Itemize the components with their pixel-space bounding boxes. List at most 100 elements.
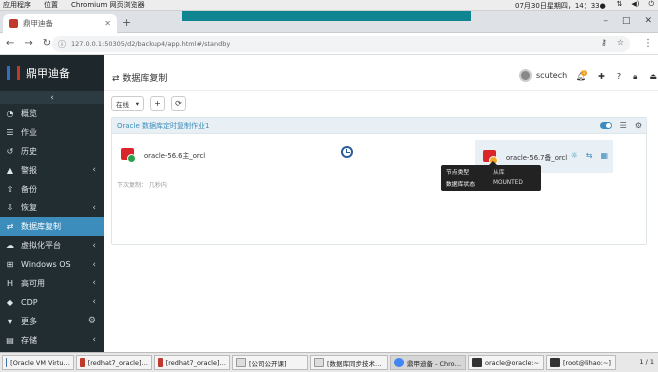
virtualbox-icon <box>6 358 8 367</box>
taskbar: [Oracle VM Virtu… [redhat7_oracle]… [red… <box>0 352 658 372</box>
chevron-left-icon: ‹ <box>92 165 96 176</box>
sidebar: 鼎甲迪备 ‹ ◔ 概览 ☰ 作业 ↺ 历史 ▲ 警报 ‹ ⇧ 备份 ⇩ 恢复 ‹ ⇄ 数据库复制 … <box>0 55 104 352</box>
taskbar-item[interactable]: [数据库同步技术… <box>310 355 388 370</box>
site-info-icon[interactable]: ⓘ <box>58 39 66 50</box>
minimize-icon[interactable]: – <box>603 16 608 26</box>
terminal-icon <box>472 358 482 367</box>
help-icon[interactable]: ? <box>617 72 621 82</box>
chevron-left-icon: ‹ <box>50 92 54 103</box>
main-content: ⇄ 数据库复制 scutech 🔔︎ ✚ ? 🔒︎ ⏏ 1 在线 ▾ + ⟳ Or… <box>104 55 658 352</box>
switch-icon[interactable]: ⇆ <box>586 151 593 160</box>
sidebar-collapse-button[interactable]: ‹ <box>0 91 104 104</box>
address-bar[interactable]: ⓘ 127.0.0.1:50305/d2/backup4/app.html#/s… <box>52 36 630 52</box>
sidebar-item-jobs[interactable]: ☰ 作业 <box>0 123 104 142</box>
bookmark-star-icon[interactable]: ☆ <box>617 38 624 47</box>
browser-menu-icon[interactable]: ⋮ <box>643 38 653 49</box>
job-toolbar: 在线 ▾ + ⟳ <box>111 96 186 111</box>
shield-icon: ◆ <box>6 297 14 307</box>
applications-menu[interactable]: 应用程序 <box>3 0 31 10</box>
taskbar-item-label: [redhat7_oracle]… <box>165 358 226 367</box>
back-icon[interactable]: ← <box>6 38 14 49</box>
gear-icon[interactable]: ⚙ <box>635 121 642 130</box>
sidebar-item-alerts[interactable]: ▲ 警报 ‹ <box>0 161 104 180</box>
url-text[interactable]: 127.0.0.1:50305/d2/backup4/app.html#/sta… <box>71 40 230 48</box>
exchange-icon: ⇄ <box>6 222 14 232</box>
warning-icon: ▲ <box>6 165 14 175</box>
lightbulb-icon[interactable]: ☼ <box>571 151 578 160</box>
forward-icon[interactable]: → <box>24 38 32 49</box>
taskbar-item-label: [redhat7_oracle]… <box>87 358 148 367</box>
sidebar-item-high-availability[interactable]: H 高可用 ‹ <box>0 274 104 293</box>
places-menu[interactable]: 位置 <box>44 0 58 10</box>
source-database-node[interactable]: oracle-56.6主_orcl <box>121 147 205 163</box>
workspace-pager[interactable]: 1 / 1 <box>639 358 654 366</box>
taskbar-item-label: oracle@oracle:~ <box>485 358 540 367</box>
taskbar-item[interactable]: [公司公开课] <box>232 355 308 370</box>
taskbar-item[interactable]: [root@lihao:~] <box>546 355 616 370</box>
system-clock[interactable]: 07月30日星期四，14：33● <box>515 1 606 11</box>
browser-tab[interactable]: 鼎甲迪备 ✕ <box>3 14 117 33</box>
active-window-title[interactable]: Chromium 网页浏览器 <box>71 0 145 10</box>
refresh-icon: ⟳ <box>175 99 182 108</box>
sidebar-item-more[interactable]: ▾ 更多 ⚙ <box>0 312 104 331</box>
sidebar-item-windows-os[interactable]: ⊞ Windows OS ‹ <box>0 255 104 274</box>
panel-controls: ☰ ⚙ <box>599 121 642 130</box>
sidebar-item-label: 历史 <box>21 146 37 156</box>
document-icon <box>236 358 246 367</box>
user-menu[interactable]: scutech <box>519 69 567 82</box>
database-icon[interactable]: ▦ <box>600 151 608 160</box>
list-icon[interactable]: ☰ <box>620 121 627 130</box>
maximize-icon[interactable]: □ <box>622 16 631 26</box>
sidebar-item-storage[interactable]: ▤ 存储 ‹ <box>0 331 104 350</box>
replication-job-panel: Oracle 数据库定时复制作业1 ☰ ⚙ oracle-56.6主_orcl … <box>111 117 647 245</box>
reload-icon[interactable]: ↻ <box>43 38 51 49</box>
next-replication-text: 下次复制： 几秒内 <box>117 182 167 189</box>
taskbar-item-label: [root@lihao:~] <box>563 358 611 367</box>
taskbar-item[interactable]: 鼎甲迪备 - Chro… <box>390 355 466 370</box>
plus-icon: + <box>154 99 161 108</box>
system-top-bar: 应用程序 位置 Chromium 网页浏览器 07月30日星期四，14：33● … <box>0 0 658 11</box>
taskbar-item[interactable]: [redhat7_oracle]… <box>154 355 230 370</box>
taskbar-item[interactable]: [redhat7_oracle]… <box>76 355 152 370</box>
tooltip-value: 从库 <box>493 169 505 176</box>
window-titlebar-accent <box>182 11 471 21</box>
browser-toolbar: ← → ↻ ⓘ 127.0.0.1:50305/d2/backup4/app.h… <box>0 33 658 55</box>
new-tab-icon[interactable]: + <box>122 16 131 29</box>
taskbar-item-label: 鼎甲迪备 - Chro… <box>407 359 462 368</box>
sidebar-item-restore[interactable]: ⇩ 恢复 ‹ <box>0 198 104 217</box>
list-icon: ☰ <box>6 127 14 137</box>
sidebar-item-label: 概览 <box>21 108 37 118</box>
page-title-text: 数据库复制 <box>122 74 168 84</box>
tooltip-key: 数据库状态 <box>446 181 475 188</box>
target-name: oracle-56.7备_orcl <box>506 153 568 162</box>
sidebar-item-cdp[interactable]: ◆ CDP ‹ <box>0 293 104 312</box>
close-window-icon[interactable]: ✕ <box>644 16 652 26</box>
logout-icon[interactable]: ⏏ <box>649 72 657 82</box>
tooltip-row: 数据库状态 MOUNTED <box>441 177 541 189</box>
taskbar-item[interactable]: [Oracle VM Virtu… <box>2 355 74 370</box>
status-filter-select[interactable]: 在线 ▾ <box>111 96 144 111</box>
refresh-button[interactable]: ⟳ <box>171 96 186 111</box>
taskbar-item[interactable]: oracle@oracle:~ <box>468 355 544 370</box>
sidebar-item-history[interactable]: ↺ 历史 <box>0 142 104 161</box>
sidebar-item-label: 存储 <box>21 335 37 345</box>
system-tray[interactable]: ⇅ ◀) ⏻ <box>616 0 654 9</box>
job-enable-toggle[interactable] <box>599 122 612 129</box>
sidebar-item-virtualization[interactable]: ☁ 虚拟化平台 ‹ <box>0 236 104 255</box>
plus-icon[interactable]: ✚ <box>598 72 605 82</box>
add-job-button[interactable]: + <box>150 96 165 111</box>
key-icon[interactable]: ⚷ <box>601 38 607 47</box>
chromium-icon <box>394 358 404 367</box>
exchange-icon: ⇄ <box>112 74 123 84</box>
sidebar-item-db-replication[interactable]: ⇄ 数据库复制 <box>0 217 104 237</box>
node-tooltip: 节点类型 从库 数据库状态 MOUNTED <box>441 161 541 191</box>
sidebar-item-label: 备份 <box>21 184 37 194</box>
sidebar-item-backup[interactable]: ⇧ 备份 <box>0 180 104 199</box>
sidebar-item-overview[interactable]: ◔ 概览 <box>0 104 104 123</box>
gear-icon[interactable]: ⚙ <box>88 316 96 326</box>
job-title[interactable]: Oracle 数据库定时复制作业1 <box>117 121 209 131</box>
chevron-left-icon: ‹ <box>92 278 96 289</box>
tab-close-icon[interactable]: ✕ <box>104 19 111 28</box>
tooltip-value: MOUNTED <box>493 180 523 186</box>
lock-icon[interactable]: 🔒︎ <box>633 72 637 82</box>
